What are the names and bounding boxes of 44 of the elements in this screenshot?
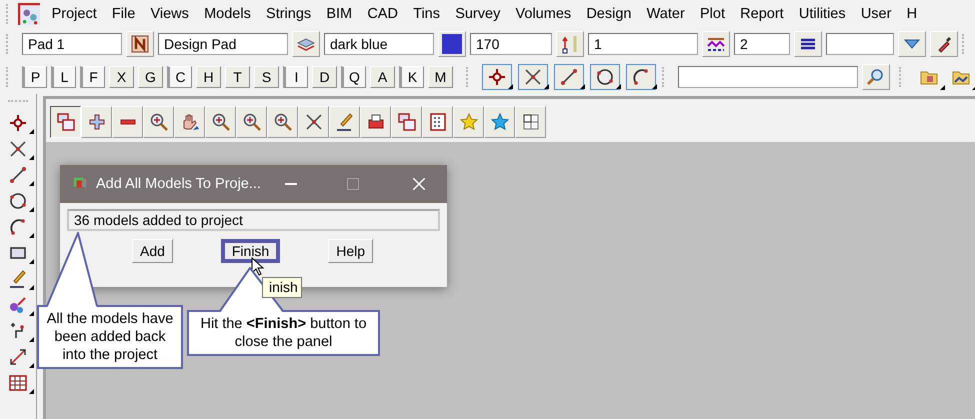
menu-item[interactable]: Models — [196, 6, 258, 22]
menu-item[interactable]: User — [853, 6, 900, 22]
menu-item[interactable]: Survey — [448, 6, 508, 22]
letter-button[interactable]: I — [283, 66, 308, 88]
model-field[interactable]: Design Pad — [158, 33, 288, 55]
style-field[interactable]: 1 — [588, 33, 698, 55]
dialog-button[interactable]: Help — [328, 239, 373, 263]
menu-item[interactable]: CAD — [360, 6, 406, 22]
menu-item[interactable]: Water — [639, 6, 692, 22]
menu-item[interactable]: Plot — [692, 6, 733, 22]
letter-button[interactable]: M — [428, 66, 453, 88]
menu-item[interactable]: H — [899, 6, 925, 22]
letter-button[interactable]: F — [80, 66, 105, 88]
letter-button[interactable]: G — [138, 66, 163, 88]
tooltip: inish — [262, 277, 302, 298]
dialog-button[interactable]: Add — [132, 239, 173, 263]
menu-item[interactable]: Utilities — [791, 6, 854, 22]
menu-item[interactable]: Tins — [406, 6, 448, 22]
menu-item[interactable]: File — [104, 6, 143, 22]
name-field[interactable]: Pad 1 — [22, 33, 122, 55]
colour-field[interactable]: dark blue — [324, 33, 434, 55]
letter-button[interactable]: T — [225, 66, 250, 88]
letter-button[interactable]: H — [196, 66, 221, 88]
letter-button[interactable]: C — [167, 66, 192, 88]
letter-button[interactable]: X — [109, 66, 134, 88]
dialog-title: Add All Models To Proje... — [96, 176, 262, 192]
height-field[interactable]: 170 — [470, 33, 552, 55]
menu-item[interactable]: Report — [732, 6, 792, 22]
menu-item[interactable]: BIM — [318, 6, 360, 22]
menu-item[interactable]: Design — [578, 6, 640, 22]
weight-field[interactable]: 2 — [734, 33, 790, 55]
menu-item[interactable]: Strings — [258, 6, 319, 22]
letter-button[interactable]: P — [22, 66, 47, 88]
menu-item[interactable]: Project — [44, 6, 104, 22]
letter-button[interactable]: L — [51, 66, 76, 88]
menu-item[interactable]: Views — [142, 6, 196, 22]
status-message: 36 models added to project — [67, 209, 440, 231]
dialog-button[interactable]: Finish — [220, 239, 280, 263]
letter-button[interactable]: K — [399, 66, 424, 88]
letter-button[interactable]: D — [312, 66, 337, 88]
letter-button[interactable]: Q — [341, 66, 366, 88]
menu-item[interactable]: Volumes — [508, 6, 579, 22]
letter-button[interactable]: S — [254, 66, 279, 88]
letter-button[interactable]: A — [370, 66, 395, 88]
